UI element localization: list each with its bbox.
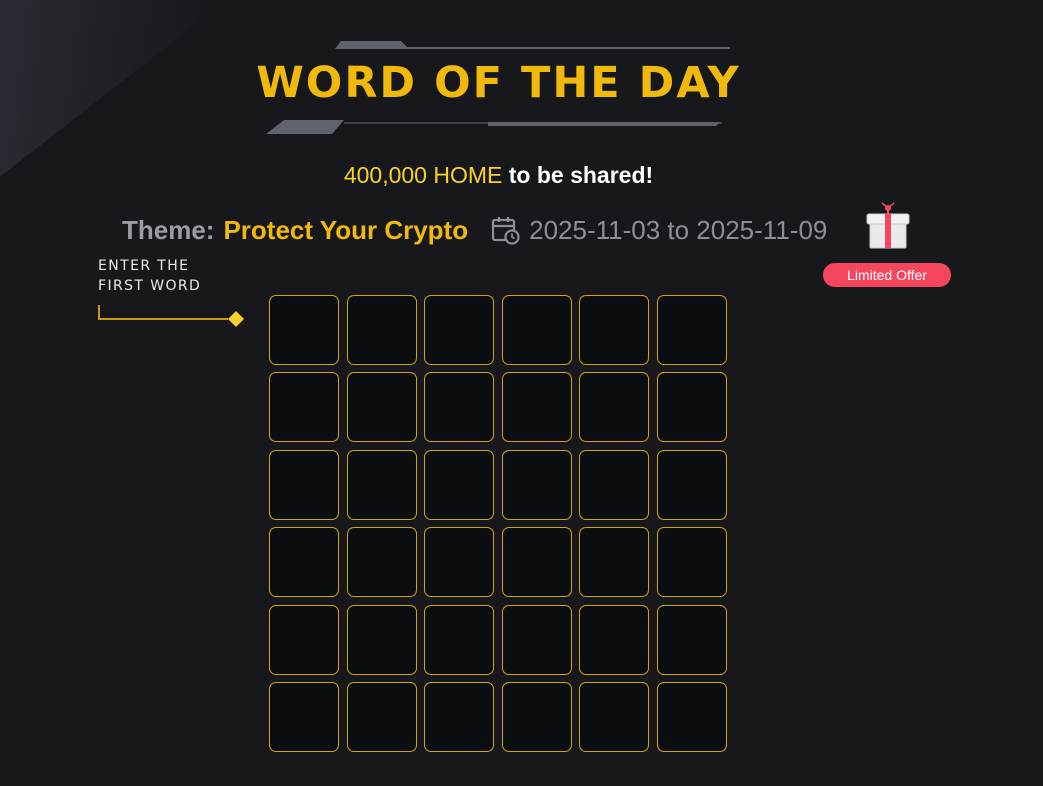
gift-box-icon[interactable] <box>862 202 912 250</box>
theme-value: Protect Your Crypto <box>223 214 469 245</box>
title-decoration-top <box>335 41 730 49</box>
letter-cell[interactable] <box>579 604 650 675</box>
reward-suffix: to be shared! <box>502 162 654 188</box>
letter-cell[interactable] <box>424 527 495 598</box>
instruction-line-2: FIRST WORD <box>98 278 202 294</box>
letter-cell[interactable] <box>656 295 727 365</box>
letter-cell[interactable] <box>579 372 650 443</box>
letter-cell[interactable] <box>656 604 727 675</box>
theme-label: Theme: <box>122 214 215 245</box>
letter-cell[interactable] <box>424 604 495 675</box>
letter-cell[interactable] <box>656 449 727 520</box>
letter-cell[interactable] <box>656 527 727 598</box>
limited-offer-badge[interactable]: Limited Offer <box>823 263 951 287</box>
letter-cell[interactable] <box>269 527 339 598</box>
calendar-clock-icon <box>490 215 520 245</box>
letter-cell[interactable] <box>346 527 417 598</box>
letter-cell[interactable] <box>656 681 727 752</box>
date-range: 2025-11-03 to 2025-11-09 <box>529 214 828 245</box>
letter-cell[interactable] <box>269 372 339 443</box>
instruction-line-1: ENTER THE <box>98 258 190 274</box>
letter-cell[interactable] <box>501 449 572 520</box>
letter-cell[interactable] <box>346 372 417 443</box>
reward-amount: 400,000 HOME <box>343 162 503 188</box>
word-grid <box>269 295 727 752</box>
letter-cell[interactable] <box>579 449 650 520</box>
letter-cell[interactable] <box>269 681 339 752</box>
letter-cell[interactable] <box>346 449 417 520</box>
letter-cell[interactable] <box>346 604 417 675</box>
letter-cell[interactable] <box>424 295 495 365</box>
letter-cell[interactable] <box>579 527 650 598</box>
letter-cell[interactable] <box>501 295 572 365</box>
instruction-pointer-line <box>98 305 244 327</box>
letter-cell[interactable] <box>656 372 727 443</box>
letter-cell[interactable] <box>579 295 650 365</box>
letter-cell[interactable] <box>501 604 572 675</box>
letter-cell[interactable] <box>579 681 650 752</box>
letter-cell[interactable] <box>269 449 339 520</box>
letter-cell[interactable] <box>501 372 572 443</box>
page-title: WORD OF THE DAY <box>256 58 741 108</box>
corner-decoration <box>0 0 213 246</box>
letter-cell[interactable] <box>424 449 495 520</box>
word-of-the-day-page: WORD OF THE DAY 400,000 HOME to be share… <box>0 0 1043 786</box>
theme-row: Theme: Protect Your Crypto 2025-11-03 to… <box>122 212 827 248</box>
letter-cell[interactable] <box>501 527 572 598</box>
instruction-text: ENTER THE FIRST WORD <box>98 256 201 296</box>
letter-cell[interactable] <box>501 681 572 752</box>
reward-banner: 400,000 HOME to be shared! <box>0 160 997 190</box>
letter-cell[interactable] <box>269 295 339 365</box>
letter-cell[interactable] <box>346 681 417 752</box>
letter-cell[interactable] <box>424 372 495 443</box>
letter-cell[interactable] <box>269 604 339 675</box>
title-decoration-bottom <box>266 120 722 134</box>
letter-cell[interactable] <box>424 681 495 752</box>
letter-cell[interactable] <box>346 295 417 365</box>
